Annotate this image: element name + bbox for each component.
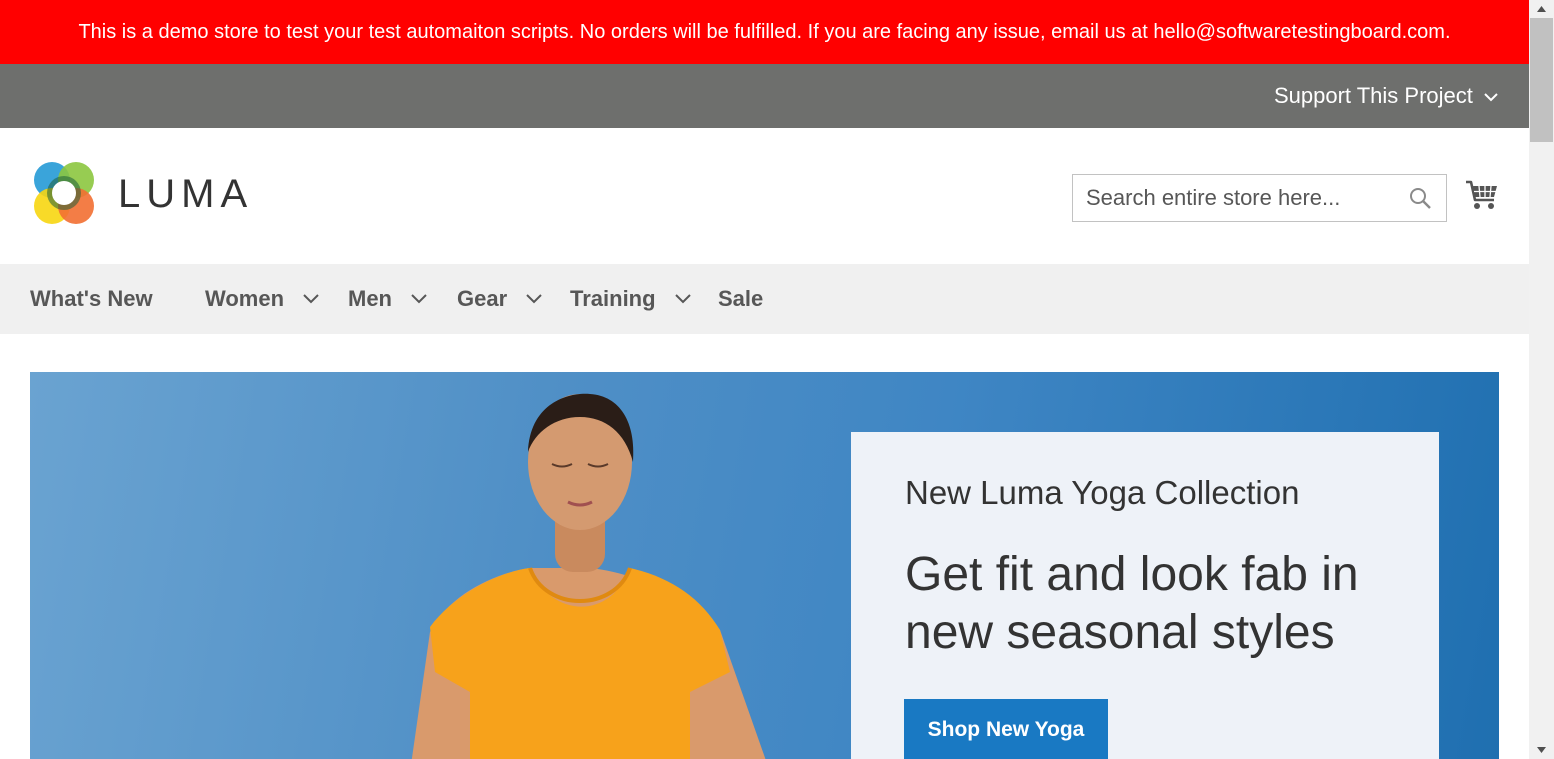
luma-logo-link[interactable]: LUMA <box>30 160 270 228</box>
support-project-dropdown[interactable]: Support This Project <box>1274 64 1499 128</box>
chevron-down-icon <box>1484 93 1498 102</box>
luma-logo-icon <box>34 162 94 224</box>
nav-item-whats-new[interactable]: What's New <box>30 264 153 334</box>
logo-text: LUMA <box>118 172 254 216</box>
nav-item-label: Men <box>348 286 392 311</box>
hero-banner[interactable]: New Luma Yoga Collection Get fit and loo… <box>30 372 1499 759</box>
nav-item-men[interactable]: Men <box>348 264 428 334</box>
chevron-down-icon <box>303 293 319 304</box>
nav-item-label: Sale <box>718 286 764 311</box>
scroll-down-arrow-icon[interactable] <box>1529 741 1554 759</box>
shop-new-yoga-button[interactable]: Shop New Yoga <box>904 699 1108 759</box>
demo-notice-text: This is a demo store to test your test a… <box>78 21 1451 43</box>
main-navigation: What's New Women Men Gear Training Sale <box>0 264 1529 334</box>
nav-item-sale[interactable]: Sale <box>718 264 763 334</box>
demo-notice-banner: This is a demo store to test your test a… <box>0 0 1529 64</box>
nav-item-gear[interactable]: Gear <box>457 264 543 334</box>
site-header: LUMA <box>0 128 1529 264</box>
support-bar: Support This Project <box>0 64 1529 128</box>
nav-item-training[interactable]: Training <box>570 264 692 334</box>
promo-subtitle: New Luma Yoga Collection <box>905 474 1300 511</box>
scrollbar-thumb[interactable] <box>1530 18 1553 142</box>
support-project-label: Support This Project <box>1273 83 1473 108</box>
search-input[interactable] <box>1073 175 1403 221</box>
promo-card: New Luma Yoga Collection Get fit and loo… <box>851 432 1439 759</box>
search-icon[interactable] <box>1408 186 1432 210</box>
nav-item-label: Women <box>205 286 285 311</box>
cart-icon[interactable] <box>1464 176 1500 212</box>
page: This is a demo store to test your test a… <box>0 0 1529 759</box>
nav-item-label: What's New <box>30 286 153 311</box>
promo-title: Get fit and look fab in new seasonal sty… <box>905 548 1359 659</box>
vertical-scrollbar[interactable] <box>1529 0 1554 759</box>
nav-item-label: Gear <box>457 286 508 311</box>
chevron-down-icon <box>674 293 691 304</box>
chevron-down-icon <box>526 293 542 304</box>
nav-item-women[interactable]: Women <box>205 264 320 334</box>
chevron-down-icon <box>411 293 427 304</box>
nav-item-label: Training <box>570 286 656 311</box>
search-box <box>1072 174 1447 222</box>
scroll-up-arrow-icon[interactable] <box>1529 0 1554 18</box>
